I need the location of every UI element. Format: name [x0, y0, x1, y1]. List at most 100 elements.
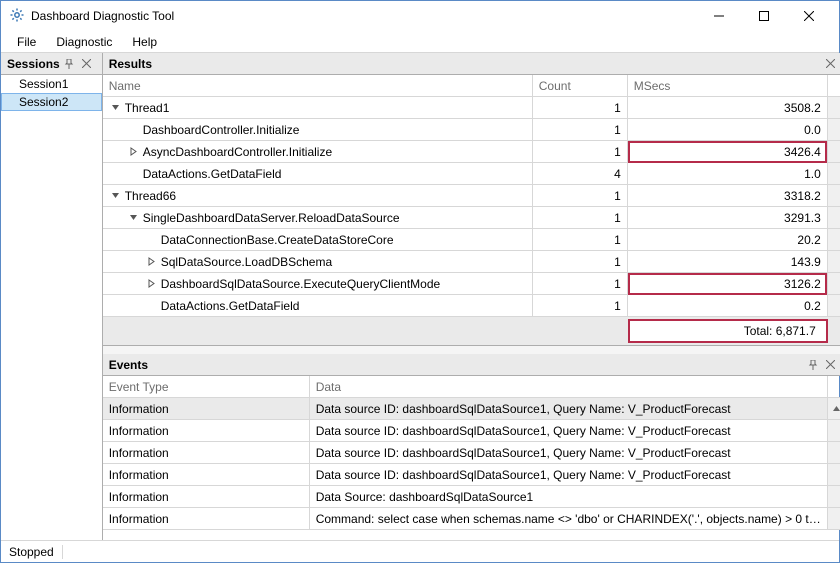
events-row[interactable]: InformationData source ID: dashboardSqlD…: [103, 442, 840, 464]
chevron-right-icon[interactable]: [145, 277, 159, 291]
row-name: AsyncDashboardController.Initialize: [143, 145, 332, 159]
splitter[interactable]: [103, 346, 840, 354]
event-type: Information: [103, 420, 310, 441]
events-row[interactable]: InformationCommand: select case when sch…: [103, 508, 840, 530]
results-row[interactable]: DashboardSqlDataSource.ExecuteQueryClien…: [103, 273, 840, 295]
row-msecs: 1.0: [628, 163, 828, 184]
row-msecs: 0.2: [628, 295, 828, 316]
row-msecs: 3426.4: [628, 141, 828, 162]
row-count: 1: [533, 251, 628, 272]
session-item[interactable]: Session2: [1, 93, 102, 111]
column-count[interactable]: Count: [533, 75, 628, 96]
events-row[interactable]: InformationData source ID: dashboardSqlD…: [103, 420, 840, 442]
results-panel: Results Name Count MSecs Thread113508.2D…: [103, 53, 840, 346]
session-item[interactable]: Session1: [1, 75, 102, 93]
row-msecs: 3291.3: [628, 207, 828, 228]
results-row[interactable]: Thread6613318.2: [103, 185, 840, 207]
results-grid: Thread113508.2DashboardController.Initia…: [103, 97, 840, 317]
results-row[interactable]: SqlDataSource.LoadDBSchema 1143.9: [103, 251, 840, 273]
row-count: 1: [533, 229, 628, 250]
event-data: Data source ID: dashboardSqlDataSource1,…: [310, 442, 828, 463]
scrollbar[interactable]: [828, 398, 840, 419]
row-name: DashboardSqlDataSource.ExecuteQueryClien…: [161, 277, 441, 291]
minimize-button[interactable]: [696, 2, 741, 30]
event-type: Information: [103, 508, 310, 529]
close-icon[interactable]: [822, 55, 840, 73]
title-bar: Dashboard Diagnostic Tool: [1, 1, 839, 31]
event-data: Data source ID: dashboardSqlDataSource1,…: [310, 464, 828, 485]
row-count: 1: [533, 141, 628, 162]
maximize-button[interactable]: [741, 2, 786, 30]
column-msecs[interactable]: MSecs: [628, 75, 828, 96]
event-type: Information: [103, 464, 310, 485]
sessions-panel: Sessions Session1Session2: [1, 53, 103, 540]
column-event-type[interactable]: Event Type: [103, 376, 310, 397]
row-msecs: 20.2: [628, 229, 828, 250]
column-event-data[interactable]: Data: [310, 376, 828, 397]
results-row[interactable]: SingleDashboardDataServer.ReloadDataSour…: [103, 207, 840, 229]
row-count: 1: [533, 185, 628, 206]
row-count: 1: [533, 119, 628, 140]
scrollbar[interactable]: [828, 442, 840, 463]
results-total: Total: 6,871.7: [628, 319, 828, 343]
results-footer: Total: 6,871.7: [103, 317, 840, 345]
window-title: Dashboard Diagnostic Tool: [31, 9, 696, 23]
chevron-down-icon[interactable]: [109, 189, 123, 203]
row-count: 1: [533, 295, 628, 316]
status-bar: Stopped: [1, 540, 839, 562]
results-row[interactable]: AsyncDashboardController.Initialize 13426…: [103, 141, 840, 163]
scrollbar[interactable]: [828, 420, 840, 441]
events-columns: Event Type Data: [103, 376, 840, 398]
pin-icon[interactable]: [60, 55, 78, 73]
event-type: Information: [103, 398, 310, 419]
row-msecs: 143.9: [628, 251, 828, 272]
row-count: 4: [533, 163, 628, 184]
chevron-down-icon[interactable]: [127, 211, 141, 225]
row-msecs: 3318.2: [628, 185, 828, 206]
row-name: SqlDataSource.LoadDBSchema: [161, 255, 332, 269]
scrollbar[interactable]: [828, 464, 840, 485]
row-msecs: 3508.2: [628, 97, 828, 118]
event-data: Data Source: dashboardSqlDataSource1: [310, 486, 828, 507]
event-data: Data source ID: dashboardSqlDataSource1,…: [310, 420, 828, 441]
results-title: Results: [109, 57, 822, 71]
results-row[interactable]: Thread113508.2: [103, 97, 840, 119]
row-count: 1: [533, 97, 628, 118]
status-text: Stopped: [9, 545, 54, 559]
session-list: Session1Session2: [1, 75, 102, 540]
menu-file[interactable]: File: [7, 32, 46, 52]
chevron-right-icon[interactable]: [127, 145, 141, 159]
events-row[interactable]: InformationData source ID: dashboardSqlD…: [103, 464, 840, 486]
close-icon[interactable]: [822, 356, 840, 374]
row-name: SingleDashboardDataServer.ReloadDataSour…: [143, 211, 400, 225]
chevron-down-icon[interactable]: [109, 101, 123, 115]
row-msecs: 0.0: [628, 119, 828, 140]
scrollbar[interactable]: [828, 508, 840, 529]
sessions-title: Sessions: [7, 57, 60, 71]
menu-help[interactable]: Help: [122, 32, 167, 52]
results-row[interactable]: DashboardController.Initialize 10.0: [103, 119, 840, 141]
scrollbar[interactable]: [828, 486, 840, 507]
results-row[interactable]: DataActions.GetDataField41.0: [103, 163, 840, 185]
results-row[interactable]: DataConnectionBase.CreateDataStoreCore 12…: [103, 229, 840, 251]
row-name: DataConnectionBase.CreateDataStoreCore: [161, 233, 394, 247]
event-type: Information: [103, 442, 310, 463]
close-button[interactable]: [786, 2, 831, 30]
chevron-right-icon[interactable]: [145, 255, 159, 269]
events-title: Events: [109, 358, 804, 372]
menu-diagnostic[interactable]: Diagnostic: [46, 32, 122, 52]
app-icon: [9, 7, 25, 26]
row-count: 1: [533, 273, 628, 294]
close-icon[interactable]: [78, 55, 96, 73]
event-type: Information: [103, 486, 310, 507]
events-panel: Events Event Type Data InformationData s…: [103, 354, 840, 540]
events-grid: InformationData source ID: dashboardSqlD…: [103, 398, 840, 540]
results-row[interactable]: DataActions.GetDataField10.2: [103, 295, 840, 317]
pin-icon[interactable]: [804, 356, 822, 374]
events-row[interactable]: InformationData Source: dashboardSqlData…: [103, 486, 840, 508]
column-name[interactable]: Name: [103, 75, 533, 96]
menu-bar: File Diagnostic Help: [1, 31, 839, 53]
events-row[interactable]: InformationData source ID: dashboardSqlD…: [103, 398, 840, 420]
row-msecs: 3126.2: [628, 273, 828, 294]
row-name: DashboardController.Initialize: [143, 123, 300, 137]
